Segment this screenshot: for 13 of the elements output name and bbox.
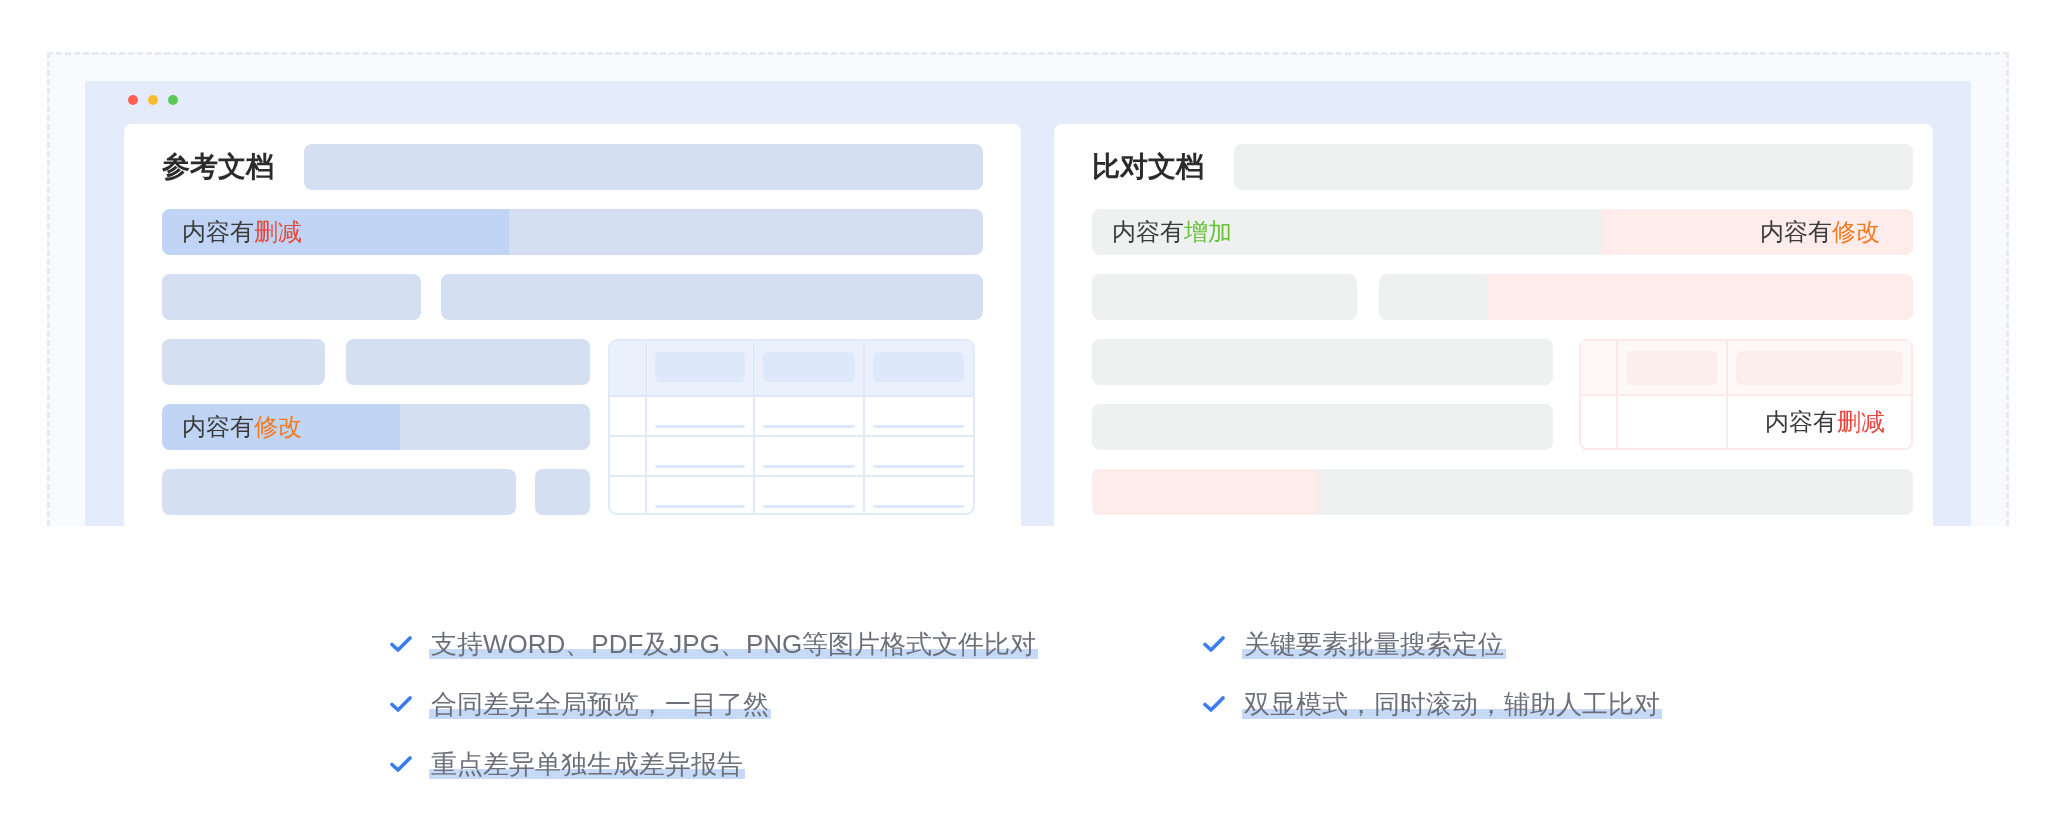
change-label: 内容有删减: [182, 217, 302, 247]
check-icon: [1203, 635, 1225, 653]
check-icon: [390, 635, 412, 653]
document-title: 比对文档: [1092, 150, 1204, 184]
change-label: 内容有删减: [1765, 407, 1885, 437]
document-title: 参考文档: [162, 150, 274, 184]
placeholder-bar: [535, 469, 590, 515]
change-label: 内容有修改: [182, 412, 302, 442]
check-icon: [1203, 695, 1225, 713]
change-label: 内容有修改: [1760, 217, 1880, 247]
check-icon: [390, 695, 412, 713]
check-icon: [390, 755, 412, 773]
change-label: 内容有增加: [1112, 217, 1232, 247]
